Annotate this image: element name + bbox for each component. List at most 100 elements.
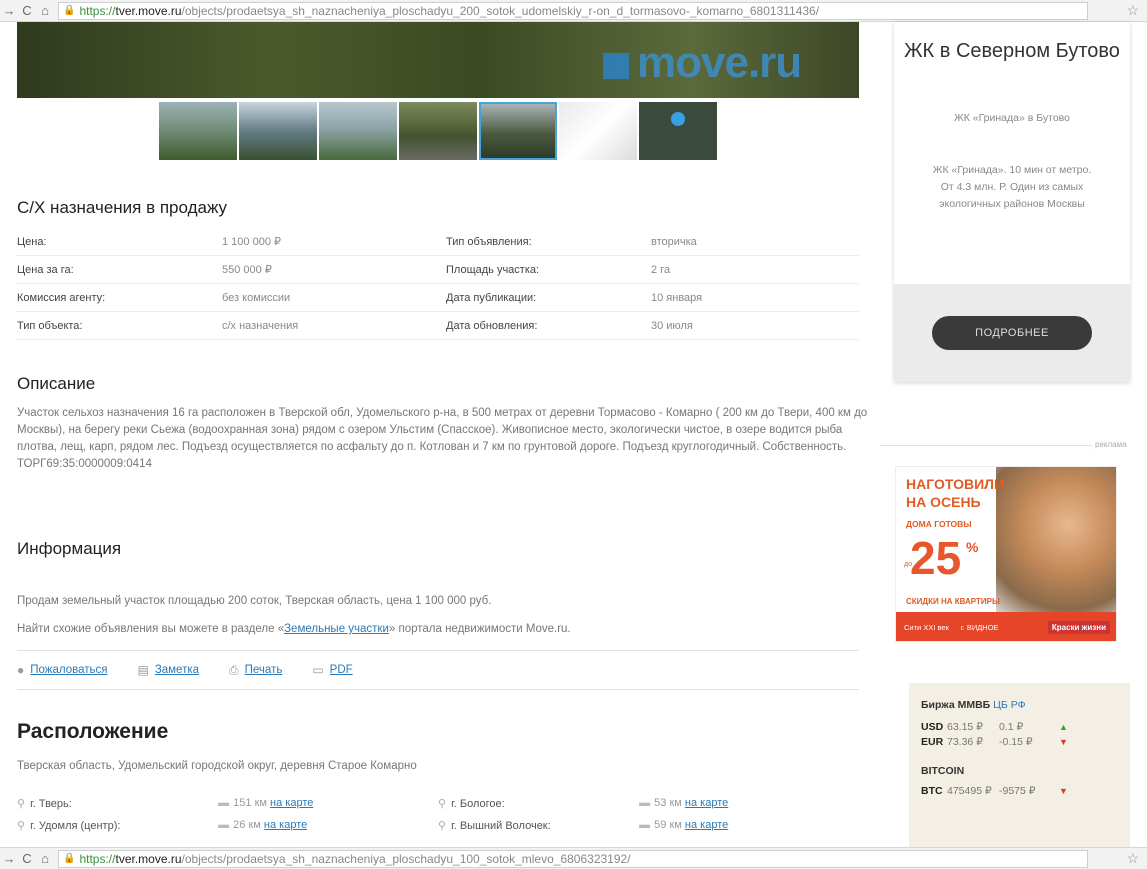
pdf-button[interactable]: ▭ PDF [312, 663, 352, 677]
ad-label: реклама [1095, 440, 1127, 449]
complain-button[interactable]: ● Пожаловаться [17, 663, 107, 677]
browser-address-bar-bottom: → C ⌂ 🔒 https:// tver.move.ru /objects/p… [0, 847, 1147, 869]
thumbnail[interactable] [239, 102, 317, 160]
prop-value: без комиссии [222, 291, 291, 304]
prop-value: 30 июля [651, 319, 693, 332]
map-thumbnail[interactable] [639, 102, 717, 160]
prop-value: 10 января [651, 291, 703, 304]
lock-icon: 🔒 [63, 5, 76, 16]
arrow-up-icon: ▲ [1059, 721, 1068, 732]
location-pin-icon: ⚲ [17, 797, 26, 810]
description-title: Описание [17, 374, 96, 393]
currency-value: 73.36 ₽ [947, 735, 983, 748]
location-pin-icon: ⚲ [438, 797, 447, 810]
url-field-bottom[interactable]: 🔒 https:// tver.move.ru /objects/prodaet… [58, 849, 1088, 868]
ad-discount: СКИДКИ НА КВАРТИРЫ [906, 597, 1000, 606]
forward-arrow-icon[interactable]: → [0, 3, 18, 18]
prop-value: 1 100 000 ₽ [222, 236, 281, 248]
map-link[interactable]: на карте [685, 797, 728, 809]
land-plots-link[interactable]: Земельные участки [284, 623, 389, 635]
distances-table: ⚲ г. Тверь: ▬ 151 км на карте ⚲ г. Бологое:… [17, 792, 859, 836]
print-button[interactable]: ⎙ Печать [229, 663, 282, 678]
info-line: Продам земельный участок площадью 200 со… [17, 595, 492, 607]
car-icon: ▬ [218, 797, 230, 809]
property-table: Цена: 1 100 000 ₽ Тип объявления: вторич… [17, 228, 859, 340]
currency-change: 0.1 ₽ [999, 720, 1024, 733]
thumbnail[interactable] [159, 102, 237, 160]
url-host: tver.move.ru [115, 3, 182, 18]
table-row: ⚲ г. Тверь: ▬ 151 км на карте ⚲ г. Бологое:… [17, 792, 859, 814]
info-title: Информация [17, 539, 122, 558]
prop-value: 550 000 ₽ [222, 264, 272, 276]
prop-value: вторичка [651, 235, 697, 248]
prop-label: Цена за га: [17, 263, 74, 276]
url-protocol: https:// [79, 3, 116, 18]
table-row: Комиссия агенту: без комиссии Дата публи… [17, 284, 859, 312]
map-link[interactable]: на карте [264, 819, 307, 831]
forward-arrow-icon[interactable]: → [0, 851, 18, 866]
table-row: Тип объекта: с/х назначения Дата обновле… [17, 312, 859, 340]
note-button[interactable]: ▤ Заметка [137, 663, 199, 677]
ad-percent: 25 [910, 532, 962, 584]
thumbnail[interactable] [319, 102, 397, 160]
bookmark-star-icon[interactable]: ☆ [1126, 850, 1139, 867]
note-icon: ▤ [137, 663, 149, 677]
photo-thumbnails [159, 102, 717, 160]
currency-value: 475495 ₽ [947, 784, 992, 797]
currency-value: 63.15 ₽ [947, 720, 983, 733]
home-icon[interactable]: ⌂ [36, 851, 54, 866]
currency-code: EUR [921, 735, 944, 748]
location-address: Тверская область, Удомельский городской … [17, 760, 417, 772]
currency-code: BTC [921, 784, 943, 797]
ad-banner[interactable]: НАГОТОВИЛИ НА ОСЕНЬ ДОМА ГОТОВЫ до 25 % … [895, 466, 1117, 642]
map-link[interactable]: на карте [270, 797, 313, 809]
prop-label: Дата обновления: [446, 319, 538, 332]
lock-icon: 🔒 [63, 853, 76, 864]
prop-label: Комиссия агенту: [17, 291, 106, 304]
thumbnail[interactable] [399, 102, 477, 160]
city-name: г. Вышний Волочек: [451, 819, 551, 832]
city-name: г. Удомля (центр): [30, 819, 121, 832]
thumbnail[interactable] [559, 102, 637, 160]
url-field-top[interactable]: 🔒 https:// tver.move.ru /objects/prodaet… [58, 1, 1088, 20]
exchange-rates-widget: Биржа ММВБ ЦБ РФ USD 63.15 ₽ 0.1 ₽ ▲ EUR… [909, 683, 1130, 847]
map-pin-icon [671, 112, 685, 126]
pdf-icon: ▭ [312, 663, 324, 677]
currency-code: USD [921, 720, 944, 733]
map-link[interactable]: на карте [685, 819, 728, 831]
car-icon: ▬ [639, 797, 651, 809]
details-button[interactable]: ПОДРОБНЕЕ [932, 316, 1092, 350]
logo-square-icon [603, 53, 629, 79]
fx-rows: USD 63.15 ₽ 0.1 ₽ ▲ EUR 73.36 ₽ -0.15 ₽ … [921, 719, 1118, 749]
table-row: Цена: 1 100 000 ₽ Тип объявления: вторич… [17, 228, 859, 256]
hero-photo[interactable]: move.ru [17, 22, 859, 98]
url-protocol: https:// [79, 851, 116, 866]
prop-value: с/х назначения [222, 319, 299, 332]
distance-value: 53 км [654, 797, 682, 809]
home-icon[interactable]: ⌂ [36, 3, 54, 18]
bitcoin-title: BITCOIN [921, 765, 965, 777]
reload-icon[interactable]: C [18, 3, 36, 18]
prop-label: Цена: [17, 235, 47, 248]
ad-bar-item: Сити XXI век [904, 623, 949, 632]
divider [880, 445, 1092, 446]
currency-change: -9575 ₽ [999, 784, 1036, 797]
url-host: tver.move.ru [115, 851, 182, 866]
arrow-down-icon: ▼ [1059, 785, 1068, 796]
info-line-with-link: Найти схожие объявления вы можете в разд… [17, 623, 571, 635]
print-icon: ⎙ [229, 662, 239, 677]
bookmark-star-icon[interactable]: ☆ [1126, 2, 1139, 19]
ad-brand-logo: Краски жизни [1047, 621, 1110, 634]
url-path: /objects/prodaetsya_sh_naznacheniya_plos… [181, 3, 820, 18]
distance-value: 59 км [654, 819, 682, 831]
promo-title: ЖК в Северном Бутово [904, 40, 1120, 62]
currency-change: -0.15 ₽ [999, 735, 1033, 748]
cb-link[interactable]: ЦБ РФ [993, 699, 1025, 711]
promo-subtitle: ЖК «Гринада» в Бутово [954, 112, 1070, 124]
ad-percent-sign: % [966, 539, 979, 555]
move-logo: move.ru [603, 38, 802, 88]
ad-headline: НАГОТОВИЛИ НА ОСЕНЬ [906, 476, 1005, 510]
reload-icon[interactable]: C [18, 851, 36, 866]
thumbnail-selected[interactable] [479, 102, 557, 160]
fx-title: Биржа ММВБ ЦБ РФ [921, 699, 1026, 711]
